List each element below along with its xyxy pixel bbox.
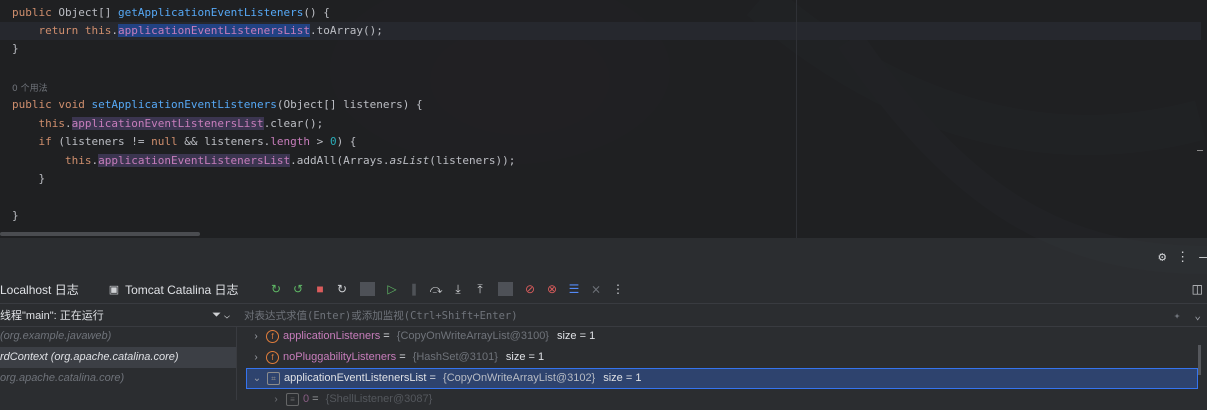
evaluate-expression-input[interactable]: 对表达式求值(Enter)或添加监视(Ctrl+Shift+Enter) — [236, 308, 1174, 323]
filter-row: 线程"main": 正在运行 ⏷ ⌄ 对表达式求值(Enter)或添加监视(Ct… — [0, 303, 1207, 327]
frame-text: (org.example.javaweb) — [0, 330, 112, 342]
console-icon: ▣ — [108, 283, 120, 296]
tab-label: Tomcat Catalina 日志 — [125, 282, 239, 297]
frame-text: rdContext (org.apache.catalina.core) — [0, 351, 179, 363]
variable-size: size = 1 — [603, 372, 642, 384]
code-editor[interactable]: public Object[] getApplicationEventListe… — [0, 0, 1207, 238]
frame-text: org.apache.catalina.core) — [0, 372, 125, 384]
code-line-3: } — [12, 42, 19, 55]
tab-label: Localhost 日志 — [0, 282, 79, 297]
restart-icon[interactable]: ↻ — [335, 282, 350, 296]
horizontal-scrollbar[interactable] — [0, 232, 200, 236]
thread-selector[interactable]: 线程"main": 正在运行 ⏷ ⌄ — [0, 307, 236, 323]
code-line-5: this.applicationEventListenersList.clear… — [38, 117, 324, 130]
variable-row[interactable]: › f applicationListeners = {CopyOnWriteA… — [246, 326, 1198, 347]
tab-localhost-log[interactable]: Localhost 日志 — [0, 281, 79, 298]
toolbar-separator — [497, 282, 513, 296]
chevron-right-icon[interactable]: › — [246, 347, 266, 368]
more-actions-icon[interactable]: ⋮ — [611, 282, 626, 296]
frame-item[interactable]: org.apache.catalina.core) — [0, 368, 236, 389]
scroll-marker — [1197, 150, 1203, 151]
step-into-icon[interactable]: ⤓ — [451, 282, 466, 297]
variable-size: size = 1 — [505, 351, 545, 363]
variables-tree: › f applicationListeners = {CopyOnWriteA… — [246, 326, 1198, 406]
equals-sign: = — [396, 351, 409, 363]
debug-tabs-row: Localhost 日志 ▣ Tomcat Catalina 日志 ↻ ↺ ■ … — [0, 278, 1207, 300]
field-icon: f — [266, 330, 279, 343]
layout-icon[interactable]: ◫ — [1192, 282, 1203, 296]
disabled-action-icon[interactable]: ⨯ — [589, 282, 604, 296]
code-line-1: public Object[] getApplicationEventListe… — [12, 6, 330, 19]
equals-sign: = — [426, 372, 440, 384]
resume-icon[interactable]: ▷ — [385, 282, 400, 296]
rerun-icon[interactable]: ↻ — [269, 282, 284, 296]
variable-name: applicationListeners — [283, 330, 381, 342]
pause-icon[interactable]: ∥ — [407, 282, 422, 296]
more-vertical-icon[interactable]: ⋮ — [1176, 250, 1189, 265]
thread-selector-label: 线程"main": 正在运行 — [0, 310, 104, 322]
panel-options: ⚙ ⋮ — — [1158, 248, 1207, 266]
code-line-7: this.applicationEventListenersList.addAl… — [64, 154, 516, 167]
code-line-2: return this.applicationEventListenersLis… — [38, 24, 383, 37]
frame-item[interactable]: (org.example.javaweb) — [0, 326, 236, 347]
debug-toolbar: ↻ ↺ ■ ↻ ▷ ∥ ⤼ ⤓ ⤒ ⊘ ⊗ ☰ ⨯ ⋮ — [269, 282, 626, 297]
frames-icon[interactable]: ☰ — [567, 282, 582, 296]
variable-size: size = 1 — [556, 330, 596, 342]
toolbar-separator — [359, 282, 375, 296]
filter-icon[interactable]: ⏷ ⌄ — [212, 309, 230, 322]
field-icon: f — [266, 351, 279, 364]
code-line-6: if (listeners != null && listeners.lengt… — [38, 135, 357, 148]
minimize-icon[interactable]: — — [1199, 250, 1207, 265]
settings-icon[interactable]: ⚙ — [1158, 250, 1166, 265]
stop-icon[interactable]: ■ — [313, 282, 328, 296]
chevron-down-icon[interactable]: ⌄ — [1194, 309, 1201, 322]
rerun-debug-icon[interactable]: ↺ — [291, 282, 306, 296]
panel-divider[interactable] — [236, 326, 237, 400]
frames-list: (org.example.javaweb) rdContext (org.apa… — [0, 326, 236, 400]
tab-tomcat-catalina-log[interactable]: ▣ Tomcat Catalina 日志 — [109, 281, 239, 298]
variable-type: {HashSet@3101} — [412, 351, 498, 363]
variable-name: applicationEventListenersList — [284, 372, 427, 384]
chevron-right-icon[interactable]: › — [246, 326, 266, 347]
variable-row-selected[interactable]: ⌄ ⌗ applicationEventListenersList = {Cop… — [246, 368, 1198, 389]
frame-item-selected[interactable]: rdContext (org.apache.catalina.core) — [0, 347, 236, 368]
chevron-down-icon[interactable]: ⌄ — [247, 368, 267, 389]
code-line-8: } — [12, 172, 46, 185]
view-breakpoints-icon[interactable]: ⊘ — [523, 282, 538, 296]
code-line-9: } — [12, 209, 19, 222]
variable-type: {CopyOnWriteArrayList@3102} — [443, 372, 596, 384]
vertical-scrollbar[interactable] — [1198, 345, 1201, 375]
variable-name: noPluggabilityListeners — [283, 351, 397, 363]
mute-breakpoints-icon[interactable]: ⊗ — [545, 282, 560, 296]
code-line-4: public void setApplicationEventListeners… — [12, 98, 423, 111]
add-watch-icon[interactable]: ✦ — [1174, 309, 1181, 322]
step-out-icon[interactable]: ⤒ — [473, 282, 488, 297]
right-margin-guide — [796, 0, 797, 238]
step-over-icon[interactable]: ⤼ — [429, 282, 444, 297]
variable-row[interactable]: › f noPluggabilityListeners = {HashSet@3… — [246, 347, 1198, 368]
variable-type: {CopyOnWriteArrayList@3100} — [396, 330, 549, 342]
equals-sign: = — [380, 330, 393, 342]
watch-icon: ⌗ — [267, 372, 280, 385]
